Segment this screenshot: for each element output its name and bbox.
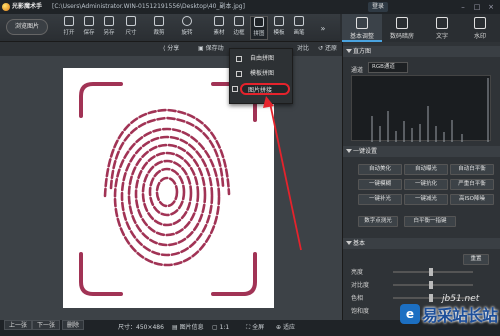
hue-label: 色相 xyxy=(351,295,364,302)
auto-enhance-button[interactable]: 自动美化 xyxy=(358,164,402,175)
basic-header[interactable]: 基本 xyxy=(343,238,500,249)
auto-exposure-button[interactable]: 自动曝光 xyxy=(404,164,448,175)
histogram-graph xyxy=(371,78,489,142)
watermark-logo-icon: e xyxy=(400,304,420,324)
right-panel: 直方图 通道 RGB通道 一键设置 自动美化 自动曝光 自动白平衡 一键模糊 一… xyxy=(342,42,500,320)
channel-select[interactable]: RGB通道 xyxy=(368,62,408,73)
brightness-label: 亮度 xyxy=(351,269,364,276)
actual-size-button[interactable]: ▢ 1:1 xyxy=(212,320,229,336)
prev-image-button[interactable]: 上一张 xyxy=(4,320,33,330)
reset-button[interactable]: 重置 xyxy=(463,254,489,265)
watermark-site-name: 易采站长站 xyxy=(422,306,498,325)
saturation-label: 饱和度 xyxy=(351,308,370,315)
oneclick-header[interactable]: 一键设置 xyxy=(343,146,500,157)
iso-denoise-button[interactable]: 高ISO降噪 xyxy=(450,194,494,205)
brightness-knob[interactable] xyxy=(429,268,433,276)
channel-label: 通道 xyxy=(351,67,364,74)
image-size-readout: 尺寸：450×486 xyxy=(118,324,164,331)
reduce-light-button[interactable]: 一键减光 xyxy=(404,194,448,205)
image-info-button[interactable]: ▤ 图片信息 xyxy=(172,320,204,336)
auto-white-balance-button[interactable]: 自动白平衡 xyxy=(450,164,494,175)
white-balance-finger-button[interactable]: 白平衡一指键 xyxy=(404,216,456,227)
histogram-header[interactable]: 直方图 xyxy=(343,46,500,57)
fullscreen-button[interactable]: ⛶ 全屏 xyxy=(246,320,264,336)
spot-metering-button[interactable]: 数字点测光 xyxy=(358,216,398,227)
site-watermark: jb51.net e 易采站长站 xyxy=(398,294,500,336)
contrast-label: 对比度 xyxy=(351,282,370,289)
strict-white-balance-button[interactable]: 严重白平衡 xyxy=(450,179,494,190)
brightness-slider[interactable] xyxy=(393,268,473,276)
oneclick-anti-button[interactable]: 一键抗化 xyxy=(404,179,448,190)
histogram-chart xyxy=(351,75,491,142)
fill-light-button[interactable]: 一键补光 xyxy=(358,194,402,205)
contrast-knob[interactable] xyxy=(429,281,433,289)
oneclick-blur-button[interactable]: 一键模糊 xyxy=(358,179,402,190)
next-image-button[interactable]: 下一张 xyxy=(32,320,61,330)
delete-button[interactable]: 删除 xyxy=(62,320,85,330)
fit-zoom-button[interactable]: ⊕ 适应 xyxy=(276,320,295,336)
contrast-slider[interactable] xyxy=(393,281,473,289)
